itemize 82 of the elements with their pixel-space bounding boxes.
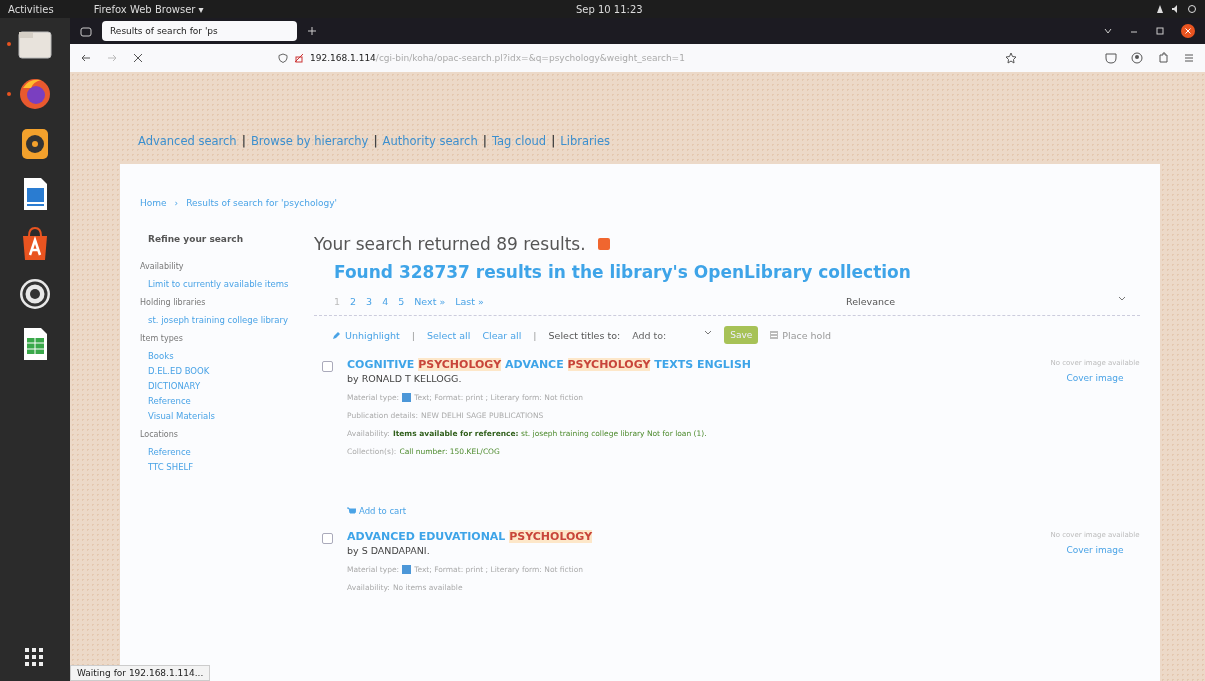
maximize-icon[interactable]	[1155, 26, 1165, 36]
add-to-select[interactable]: Add to:	[632, 329, 713, 341]
nav-link[interactable]: Libraries	[560, 134, 611, 148]
chevron-down-icon	[704, 329, 713, 336]
activities-button[interactable]: Activities	[8, 3, 54, 15]
app-grid-icon[interactable]	[24, 647, 44, 667]
book-icon	[402, 393, 412, 402]
select-all-link[interactable]: Select all	[426, 329, 471, 341]
page-link[interactable]: 1	[334, 296, 341, 307]
book-icon	[402, 565, 412, 574]
page-link[interactable]: 2	[350, 296, 357, 307]
toolbar-separator: |	[533, 329, 537, 341]
breadcrumb-link[interactable]: Home	[140, 198, 167, 208]
clock[interactable]: Sep 10 11:23	[243, 3, 975, 15]
pocket-icon[interactable]	[1105, 52, 1117, 64]
place-hold-link[interactable]: Place hold	[782, 329, 832, 341]
link-separator: |	[482, 134, 487, 148]
facet-link[interactable]: Reference	[148, 396, 300, 408]
cart-icon	[347, 507, 356, 515]
close-icon[interactable]	[1181, 24, 1195, 38]
app-menu[interactable]: Firefox Web Browser ▾	[93, 3, 204, 15]
facet-link[interactable]: Visual Materials	[148, 411, 300, 423]
facet-link[interactable]: Books	[148, 351, 300, 363]
network-icon[interactable]	[1155, 4, 1165, 14]
result-checkbox[interactable]	[322, 361, 333, 372]
unhighlight-link[interactable]: Unhighlight	[345, 329, 400, 341]
breadcrumb-link[interactable]: Results of search for 'psychology'	[186, 198, 337, 208]
insecure-lock-icon	[294, 53, 304, 63]
sort-select[interactable]: Relevance	[846, 296, 1126, 307]
rss-icon[interactable]	[597, 238, 610, 250]
nav-link[interactable]: Browse by hierarchy	[250, 134, 369, 148]
page-link[interactable]: Next »	[414, 296, 446, 307]
new-tab-icon[interactable]	[307, 26, 317, 36]
link-separator: |	[373, 134, 378, 148]
power-icon[interactable]	[1187, 4, 1197, 14]
save-button[interactable]: Save	[724, 326, 759, 344]
link-separator: |	[241, 134, 246, 148]
cover-image-link[interactable]: Cover image	[1050, 543, 1140, 558]
facet-heading: Item types	[140, 334, 184, 344]
openlibrary-link[interactable]: Found 328737 results in the library's OpenLibrary collection	[334, 262, 1140, 282]
refine-heading: Refine your search	[147, 234, 245, 244]
facet-heading: Locations	[140, 430, 179, 440]
result-title[interactable]: ADVANCED EDUVATIONAL PSYCHOLOGY	[347, 530, 1036, 543]
facet-link[interactable]: st. joseph training college library	[148, 315, 300, 327]
author: by RONALD T KELLOGG.	[347, 373, 463, 384]
facet-link[interactable]: DICTIONARY	[148, 381, 300, 393]
result-checkbox[interactable]	[322, 533, 333, 544]
breadcrumb-separator: ›	[174, 198, 179, 208]
shield-icon	[278, 53, 288, 63]
pencil-icon	[332, 330, 341, 340]
status-tooltip: Waiting for 192.168.1.114...	[70, 665, 211, 681]
facet-link[interactable]: TTC SHELF	[148, 462, 300, 474]
clear-all-link[interactable]: Clear all	[482, 329, 522, 341]
cover-image-link[interactable]: Cover image	[1050, 371, 1140, 386]
results-heading: Your search returned 89 results.	[314, 234, 586, 254]
account-icon[interactable]	[1131, 52, 1143, 64]
author: by S DANDAPANI.	[347, 545, 431, 556]
back-icon[interactable]	[80, 52, 92, 64]
facet-heading: Availability	[140, 262, 185, 271]
stop-icon[interactable]	[132, 52, 144, 64]
page-link[interactable]: 3	[366, 296, 373, 307]
page-link[interactable]: Last »	[455, 296, 484, 307]
facet-link[interactable]: D.EL.ED BOOK	[148, 366, 300, 378]
list-icon	[770, 331, 779, 339]
facet-link[interactable]: Reference	[148, 447, 300, 459]
select-titles-label: Select titles to:	[548, 329, 621, 341]
page-link[interactable]: 4	[382, 296, 389, 307]
nav-link[interactable]: Authority search	[382, 134, 478, 148]
facet-link[interactable]: Limit to currently available items	[148, 279, 300, 291]
nav-link[interactable]: Tag cloud	[491, 134, 547, 148]
result-title[interactable]: COGNITIVE PSYCHOLOGY ADVANCE PSYCHOLOGY TEXTS ENGLISH	[347, 358, 1036, 371]
bookmark-star-icon[interactable]	[1005, 52, 1017, 64]
tab-list-icon[interactable]	[1103, 26, 1113, 36]
facet-heading: Holding libraries	[140, 298, 207, 308]
page-link[interactable]: 5	[398, 296, 405, 307]
link-separator: |	[551, 134, 556, 148]
tab-overview-icon[interactable]	[80, 25, 92, 37]
browser-tab[interactable]: Results of search for 'ps	[102, 21, 297, 41]
toolbar-separator: |	[411, 329, 415, 341]
chevron-down-icon	[1118, 296, 1126, 302]
add-to-cart-link[interactable]: Add to cart	[359, 506, 407, 516]
nav-link[interactable]: Advanced search	[138, 134, 237, 148]
